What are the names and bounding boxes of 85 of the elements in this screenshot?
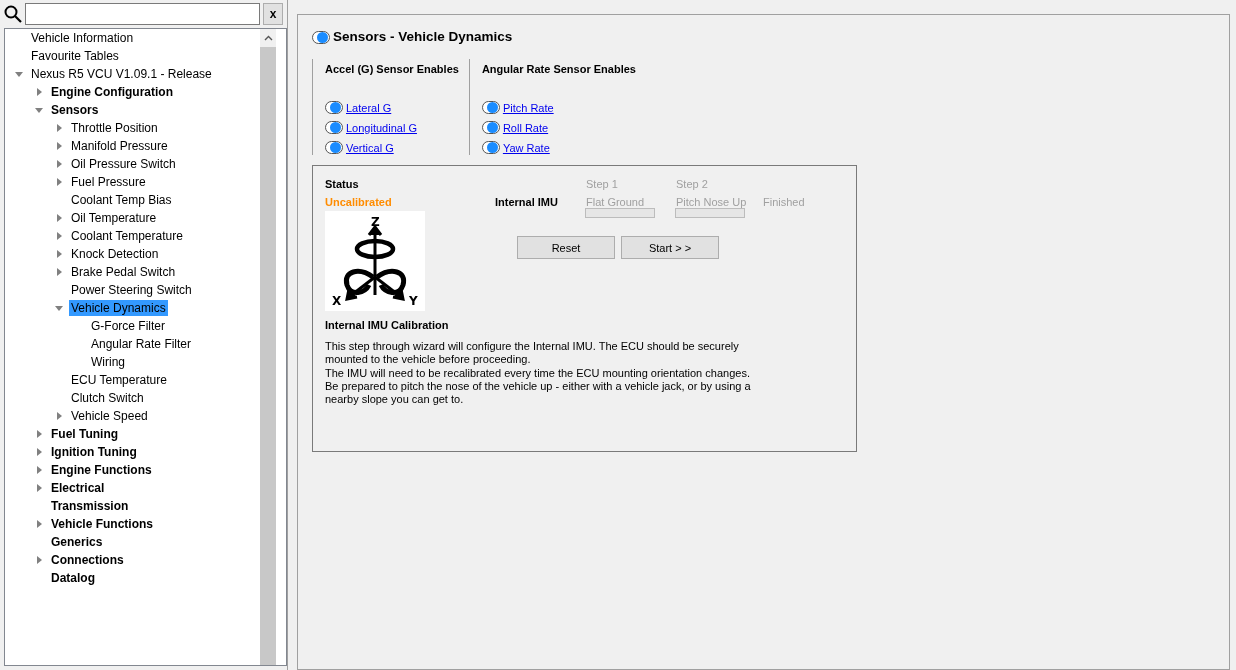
tree-item[interactable]: Wiring (89, 354, 127, 370)
step-label: Flat Ground (585, 195, 646, 209)
tree-item[interactable]: Manifold Pressure (69, 138, 170, 154)
search-field[interactable] (25, 3, 260, 25)
toggle-switch[interactable] (312, 30, 330, 44)
tree-item[interactable]: Coolant Temperature (69, 228, 185, 244)
calibration-heading: Internal IMU Calibration (325, 318, 450, 334)
tree-item[interactable]: Fuel Pressure (69, 174, 148, 190)
wizard-button[interactable]: Start > > (621, 236, 719, 260)
collapsed-arrow-icon[interactable] (54, 123, 64, 133)
toggle-switch[interactable] (325, 141, 343, 155)
toggle-switch[interactable] (481, 141, 500, 155)
clear-search-button[interactable]: x (263, 3, 283, 25)
tree-item[interactable]: Vehicle Information (29, 30, 136, 46)
expanded-arrow-icon[interactable] (34, 105, 44, 115)
tree-item[interactable]: Vehicle Dynamics (69, 300, 168, 316)
sensor-link[interactable]: Vertical G (346, 139, 394, 156)
scrollbar[interactable] (260, 29, 276, 665)
toggle-switch[interactable] (325, 121, 343, 135)
collapsed-arrow-icon[interactable] (34, 429, 44, 439)
wizard-button[interactable]: Reset (517, 236, 615, 260)
expanded-arrow-icon[interactable] (54, 303, 64, 313)
group-heading: Angular Rate Sensor Enables (481, 62, 636, 78)
tree-item[interactable]: Connections (49, 552, 126, 568)
tree-item[interactable]: Coolant Temp Bias (69, 192, 174, 208)
step-label: Pitch Nose Up (675, 195, 748, 209)
tree-item[interactable]: Clutch Switch (69, 390, 146, 406)
tree-item[interactable]: Generics (49, 534, 105, 550)
collapsed-arrow-icon[interactable] (54, 411, 64, 421)
collapsed-arrow-icon[interactable] (54, 249, 64, 259)
tree-item[interactable]: Knock Detection (69, 246, 161, 262)
sensor-link[interactable]: Pitch Rate (502, 99, 554, 116)
group-heading: Accel (G) Sensor Enables (325, 62, 459, 78)
tree-item[interactable]: Brake Pedal Switch (69, 264, 178, 280)
collapsed-arrow-icon[interactable] (54, 231, 64, 241)
tree-item[interactable]: Favourite Tables (29, 48, 121, 64)
tree-item[interactable]: Transmission (49, 498, 131, 514)
tree-item[interactable]: Sensors (49, 102, 101, 118)
collapsed-arrow-icon[interactable] (34, 87, 44, 97)
collapsed-arrow-icon[interactable] (54, 177, 64, 187)
step-number: Step 1 (585, 177, 619, 193)
toggle-switch[interactable] (481, 101, 500, 115)
toggle-switch[interactable] (325, 101, 343, 115)
step-number: Step 2 (675, 177, 709, 193)
collapsed-arrow-icon[interactable] (34, 465, 44, 475)
toggle-switch[interactable] (481, 121, 500, 135)
collapsed-arrow-icon[interactable] (34, 519, 44, 529)
collapsed-arrow-icon[interactable] (54, 141, 64, 151)
tree-item[interactable]: Datalog (49, 570, 97, 586)
tree-item[interactable]: Vehicle Functions (49, 516, 156, 532)
collapsed-arrow-icon[interactable] (54, 267, 64, 277)
tree-item[interactable]: ECU Temperature (69, 372, 169, 388)
sensor-link[interactable]: Longitudinal G (346, 119, 417, 136)
tree-item[interactable]: Throttle Position (69, 120, 160, 136)
collapsed-arrow-icon[interactable] (34, 483, 44, 493)
tree-item[interactable]: Oil Temperature (69, 210, 159, 226)
tree-item[interactable]: G-Force Filter (89, 318, 167, 334)
collapsed-arrow-icon[interactable] (34, 447, 44, 457)
tree-item[interactable]: Power Steering Switch (69, 282, 194, 298)
collapsed-arrow-icon[interactable] (54, 159, 64, 169)
sensor-link[interactable]: Lateral G (346, 99, 392, 116)
instruction-text: The IMU will need to be recalibrated every time the ECU mounting orientation changes. Be prepared to pitch the nose of the vehicle up - either with a vehicle jack, or by using a nearby slope you can get to. (325, 366, 752, 407)
instruction-text: This step through wizard will configure the Internal IMU. The ECU should be securely mounted to the vehicle before proceeding. (325, 339, 740, 367)
tree-item[interactable]: Angular Rate Filter (89, 336, 194, 352)
device-label: Internal IMU (495, 196, 558, 209)
collapsed-arrow-icon[interactable] (54, 213, 64, 223)
sensor-link[interactable]: Yaw Rate (502, 139, 550, 156)
tree-item[interactable]: Oil Pressure Switch (69, 156, 178, 172)
collapsed-arrow-icon[interactable] (34, 555, 44, 565)
tree-item[interactable]: Fuel Tuning (49, 426, 121, 442)
tree-item[interactable]: Vehicle Speed (69, 408, 150, 424)
tree-item[interactable]: Nexus R5 VCU V1.09.1 - Release (29, 66, 214, 82)
imu-axes-drawing: Z X Y (325, 211, 425, 312)
tree-item[interactable]: Engine Functions (49, 462, 154, 478)
expanded-arrow-icon[interactable] (14, 69, 24, 79)
status-value: Uncalibrated (325, 195, 393, 209)
tree-item[interactable]: Electrical (49, 480, 107, 496)
scroll-up-icon[interactable] (263, 35, 273, 41)
page-title: Sensors - Vehicle Dynamics (333, 28, 513, 46)
status-label: Status (325, 177, 360, 193)
tree-item[interactable]: Ignition Tuning (49, 444, 139, 460)
sensor-link[interactable]: Roll Rate (502, 119, 549, 136)
search-icon (4, 5, 22, 23)
finished-label: Finished (763, 196, 805, 209)
tree-item[interactable]: Engine Configuration (49, 84, 175, 100)
